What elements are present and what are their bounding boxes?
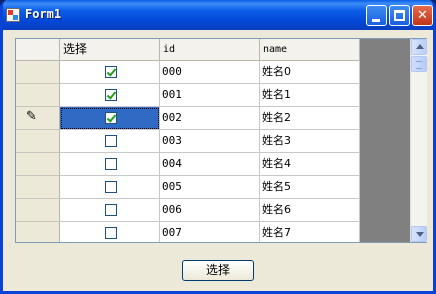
id-cell[interactable]: 004 bbox=[160, 153, 260, 176]
name-cell[interactable]: 姓名0 bbox=[260, 61, 360, 84]
row-header[interactable]: ✎ bbox=[16, 107, 60, 130]
column-header-name[interactable]: name bbox=[260, 39, 360, 61]
minimize-icon bbox=[367, 6, 386, 25]
name-cell[interactable]: 姓名2 bbox=[260, 107, 360, 130]
row-header[interactable] bbox=[16, 61, 60, 84]
title-bar[interactable]: Form1 bbox=[3, 0, 433, 30]
data-grid[interactable]: 选择 id name 000 姓名0 001 姓名1 ✎ 002 姓名2 003 姓名3 004 姓… bbox=[15, 38, 427, 243]
scroll-up-button[interactable] bbox=[411, 39, 427, 55]
name-cell[interactable]: 姓名3 bbox=[260, 130, 360, 153]
column-header-id[interactable]: id bbox=[160, 39, 260, 61]
row-checkbox[interactable] bbox=[105, 158, 117, 170]
form-app-icon[interactable] bbox=[6, 8, 20, 22]
select-cell[interactable] bbox=[60, 153, 160, 176]
id-cell[interactable]: 003 bbox=[160, 130, 260, 153]
row-checkbox[interactable] bbox=[105, 89, 117, 101]
row-checkbox[interactable] bbox=[105, 112, 117, 124]
row-header[interactable] bbox=[16, 199, 60, 222]
name-cell[interactable]: 姓名5 bbox=[260, 176, 360, 199]
row-checkbox[interactable] bbox=[105, 66, 117, 78]
id-cell[interactable]: 002 bbox=[160, 107, 260, 130]
grid-viewport: 选择 id name 000 姓名0 001 姓名1 ✎ 002 姓名2 003 姓名3 004 姓… bbox=[16, 39, 410, 242]
select-cell[interactable] bbox=[60, 61, 160, 84]
maximize-button[interactable] bbox=[389, 5, 410, 26]
row-header[interactable] bbox=[16, 222, 60, 242]
pencil-icon: ✎ bbox=[26, 109, 37, 124]
row-header[interactable] bbox=[16, 130, 60, 153]
select-cell[interactable] bbox=[60, 130, 160, 153]
id-cell[interactable]: 007 bbox=[160, 222, 260, 242]
scroll-down-button[interactable] bbox=[411, 226, 427, 242]
name-cell[interactable]: 姓名1 bbox=[260, 84, 360, 107]
row-header[interactable] bbox=[16, 153, 60, 176]
select-cell[interactable] bbox=[60, 84, 160, 107]
row-checkbox[interactable] bbox=[105, 181, 117, 193]
name-cell[interactable]: 姓名7 bbox=[260, 222, 360, 242]
row-checkbox[interactable] bbox=[105, 227, 117, 239]
arrow-up-icon bbox=[416, 44, 424, 49]
select-cell[interactable] bbox=[60, 107, 160, 130]
row-header[interactable] bbox=[16, 176, 60, 199]
minimize-button[interactable] bbox=[366, 5, 387, 26]
name-cell[interactable]: 姓名4 bbox=[260, 153, 360, 176]
select-button[interactable]: 选择 bbox=[182, 260, 254, 281]
vertical-scrollbar[interactable] bbox=[410, 39, 427, 242]
id-cell[interactable]: 006 bbox=[160, 199, 260, 222]
scroll-thumb[interactable] bbox=[411, 56, 427, 72]
id-cell[interactable]: 005 bbox=[160, 176, 260, 199]
row-header[interactable] bbox=[16, 84, 60, 107]
row-checkbox[interactable] bbox=[105, 135, 117, 147]
form1-window: Form1 选择 id name 000姓名0001姓名1✎002姓名2003姓… bbox=[0, 0, 436, 294]
close-button[interactable] bbox=[412, 5, 433, 26]
close-icon bbox=[413, 6, 432, 25]
maximize-icon bbox=[390, 6, 409, 25]
window-title: Form1 bbox=[25, 7, 62, 21]
id-cell[interactable]: 000 bbox=[160, 61, 260, 84]
column-header-select[interactable]: 选择 bbox=[60, 39, 160, 61]
select-cell[interactable] bbox=[60, 176, 160, 199]
id-cell[interactable]: 001 bbox=[160, 84, 260, 107]
arrow-down-icon bbox=[416, 232, 424, 237]
select-cell[interactable] bbox=[60, 222, 160, 242]
name-cell[interactable]: 姓名6 bbox=[260, 199, 360, 222]
row-checkbox[interactable] bbox=[105, 204, 117, 216]
select-cell[interactable] bbox=[60, 199, 160, 222]
top-left-header-cell[interactable] bbox=[16, 39, 60, 61]
